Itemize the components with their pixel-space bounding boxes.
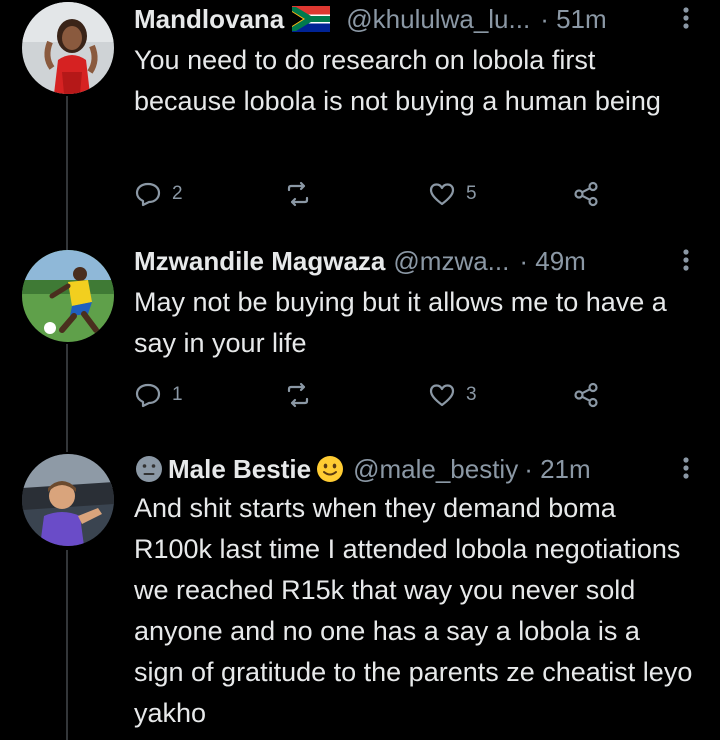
retweet-button[interactable] bbox=[284, 377, 322, 413]
retweet-icon bbox=[284, 180, 312, 208]
share-icon bbox=[572, 381, 600, 409]
thread-line bbox=[66, 550, 68, 740]
reply-button[interactable]: 1 bbox=[134, 377, 183, 413]
tweet-header: Male Bestie @male_bestiy · 21m bbox=[134, 451, 696, 487]
smiling-face-emoji-icon bbox=[315, 454, 345, 484]
retweet-button[interactable] bbox=[284, 176, 322, 212]
retweet-icon bbox=[284, 381, 312, 409]
reply-button[interactable]: 2 bbox=[134, 176, 183, 212]
avatar[interactable] bbox=[22, 250, 114, 342]
display-name-text: Male Bestie bbox=[168, 454, 312, 484]
tweet-text: And shit starts when they demand boma R1… bbox=[134, 493, 693, 728]
username[interactable]: @mzwa... bbox=[393, 243, 509, 279]
like-button[interactable]: 3 bbox=[428, 377, 477, 413]
reply-icon bbox=[134, 381, 162, 409]
tweet-actions: 1 3 bbox=[134, 377, 696, 413]
username[interactable]: @khululwa_lu... bbox=[346, 1, 530, 37]
avatar[interactable] bbox=[22, 2, 114, 94]
more-options-icon[interactable] bbox=[676, 243, 696, 279]
timestamp[interactable]: · 21m bbox=[524, 451, 590, 487]
more-options-icon[interactable] bbox=[676, 1, 696, 37]
south-africa-flag-icon bbox=[292, 6, 331, 32]
reply-icon bbox=[134, 180, 162, 208]
tweet-header: Mandlovana @khululwa_lu... · 51m bbox=[134, 1, 696, 37]
tweet-header: Mzwandile Magwaza @mzwa... · 49m bbox=[134, 243, 696, 279]
username[interactable]: @male_bestiy bbox=[353, 451, 518, 487]
thread-line bbox=[66, 96, 68, 250]
share-button[interactable] bbox=[572, 176, 600, 212]
like-count: 3 bbox=[466, 384, 477, 405]
neutral-face-emoji-icon bbox=[134, 454, 164, 484]
avatar[interactable] bbox=[22, 454, 114, 546]
heart-icon bbox=[428, 180, 456, 208]
like-button[interactable]: 5 bbox=[428, 176, 477, 212]
thread-line bbox=[66, 344, 68, 452]
reply-count: 1 bbox=[172, 384, 183, 405]
display-name[interactable]: Mandlovana bbox=[134, 1, 284, 37]
display-name[interactable]: Mzwandile Magwaza bbox=[134, 243, 385, 279]
more-options-icon[interactable] bbox=[676, 451, 696, 487]
tweet-text: You need to do research on lobola first … bbox=[134, 45, 661, 116]
share-button[interactable] bbox=[572, 377, 600, 413]
share-icon bbox=[572, 180, 600, 208]
display-name[interactable]: Male Bestie bbox=[134, 451, 345, 487]
reply-count: 2 bbox=[172, 183, 183, 204]
tweet-text: May not be buying but it allows me to ha… bbox=[134, 287, 667, 358]
timestamp[interactable]: · 49m bbox=[519, 243, 585, 279]
like-count: 5 bbox=[466, 183, 477, 204]
timestamp[interactable]: · 51m bbox=[540, 1, 606, 37]
tweet-actions: 2 5 bbox=[134, 176, 696, 212]
heart-icon bbox=[428, 381, 456, 409]
